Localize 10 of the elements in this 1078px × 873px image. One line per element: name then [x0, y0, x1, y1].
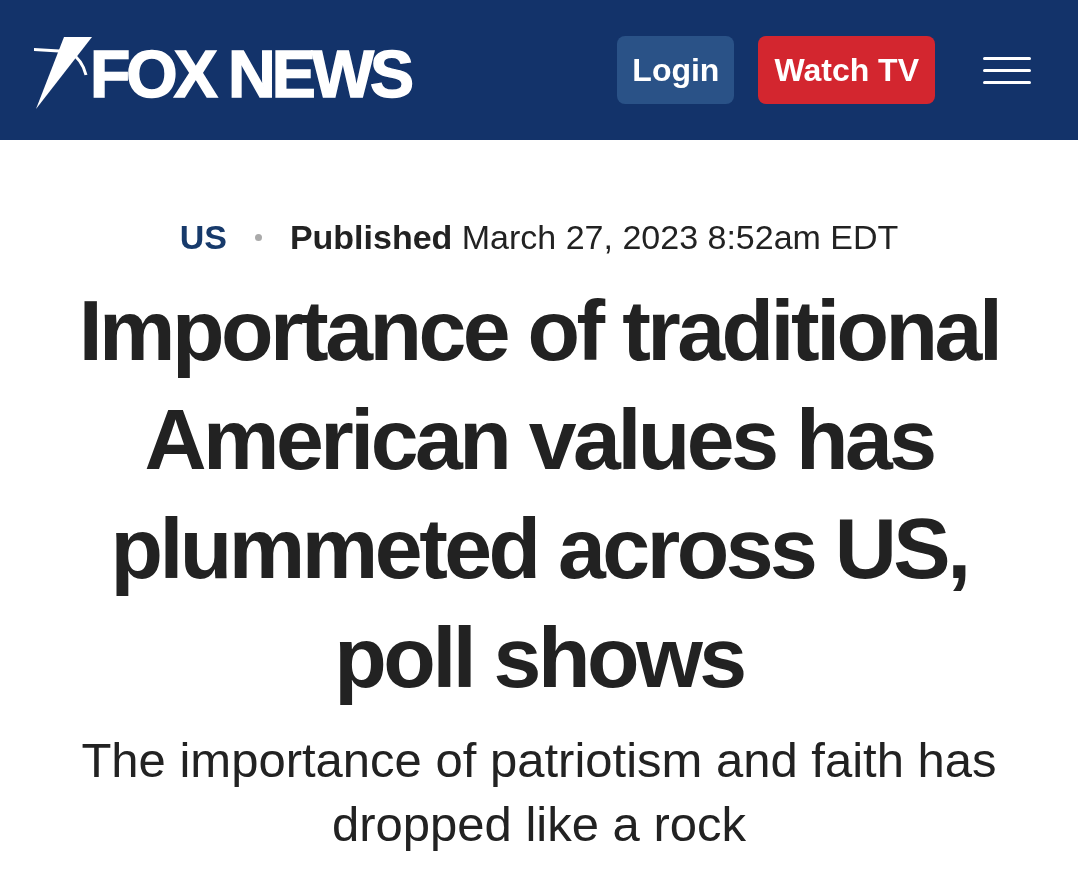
category-link[interactable]: US	[179, 217, 227, 257]
separator-dot-icon	[254, 233, 262, 241]
published-date: Published March 27, 2023 8:52am EDT	[289, 217, 899, 257]
headline: Importance of traditional American values has plummeted across US, poll shows	[77, 281, 1001, 707]
logo-text: FOX NEWS	[90, 45, 410, 103]
subheadline: The importance of patriotism and faith has dropped like a rock	[80, 732, 998, 853]
login-button[interactable]: Login	[617, 36, 735, 104]
logo-link[interactable]: FOX NEWS	[34, 37, 410, 103]
watch-tv-button[interactable]: Watch TV	[758, 36, 935, 104]
menu-icon[interactable]	[983, 56, 1031, 84]
